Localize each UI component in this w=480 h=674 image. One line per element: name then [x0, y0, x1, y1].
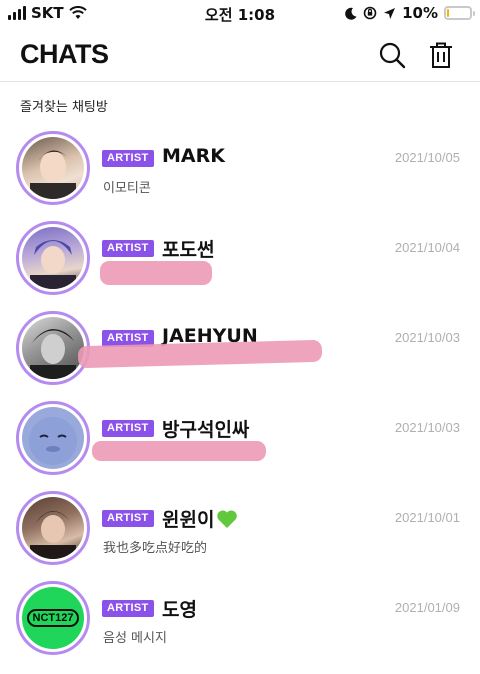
- search-button[interactable]: [375, 38, 409, 72]
- redaction-mark: [92, 441, 266, 461]
- avatar-photo: [22, 137, 84, 199]
- moon-icon: [345, 7, 357, 20]
- avatar: [16, 131, 90, 205]
- chat-date: 2021/10/05: [394, 150, 460, 165]
- chat-name: 윈윈이: [162, 505, 238, 532]
- chat-item-mark[interactable]: ARTIST MARK 2021/10/05 이모티콘: [0, 127, 480, 217]
- avatar-photo: [22, 497, 84, 559]
- favorites-section-title: 즐겨찾는 채팅방: [20, 100, 108, 115]
- chat-item-jaehyun[interactable]: ARTIST JAEHYUN 2021/10/03: [0, 307, 480, 397]
- portrait-icon: [30, 511, 76, 559]
- location-arrow-icon: [384, 7, 396, 19]
- portrait-icon: [30, 329, 76, 379]
- chat-date: 2021/01/09: [394, 600, 460, 615]
- green-heart-icon: [217, 510, 238, 528]
- character-icon: [29, 417, 77, 465]
- avatar: [16, 401, 90, 475]
- status-bar: SKT 오전 1:08 10%: [0, 0, 480, 28]
- battery-percent: 10%: [402, 4, 438, 22]
- redaction-mark: [100, 261, 212, 285]
- avatar: [16, 221, 90, 295]
- chat-date: 2021/10/03: [394, 330, 460, 345]
- chat-list: ARTIST MARK 2021/10/05 이모티콘 ARTIST 포도썬 2…: [0, 127, 480, 667]
- chat-date: 2021/10/01: [394, 510, 460, 525]
- chat-preview: 이모티콘: [103, 181, 151, 196]
- chat-date: 2021/10/03: [394, 420, 460, 435]
- chat-item-podosun[interactable]: ARTIST 포도썬 2021/10/04: [0, 217, 480, 307]
- artist-badge: ARTIST: [102, 420, 154, 437]
- chat-name: 포도썬: [162, 239, 215, 261]
- artist-badge: ARTIST: [102, 240, 154, 257]
- page-title: CHATS: [20, 39, 109, 69]
- portrait-icon: [30, 150, 76, 199]
- header: CHATS: [0, 30, 480, 82]
- portrait-icon: [30, 240, 76, 289]
- avatar-photo: [22, 317, 84, 379]
- artist-badge: ARTIST: [102, 510, 154, 527]
- battery-fill: [447, 9, 449, 17]
- avatar: [16, 311, 90, 385]
- chat-date: 2021/10/04: [394, 240, 460, 255]
- avatar: NCT127: [16, 581, 90, 655]
- delete-button[interactable]: [424, 38, 458, 72]
- nct127-logo: NCT127: [22, 587, 84, 649]
- status-right: 10%: [345, 4, 475, 22]
- chat-name: MARK: [162, 145, 225, 167]
- chat-preview: 음성 메시지: [103, 631, 167, 646]
- battery-icon: [444, 6, 475, 20]
- trash-icon: [430, 42, 452, 68]
- avatar-photo: [22, 227, 84, 289]
- orientation-lock-icon: [363, 6, 377, 20]
- chat-item-banggu[interactable]: ARTIST 방구석인싸 2021/10/03: [0, 397, 480, 487]
- artist-badge: ARTIST: [102, 600, 154, 617]
- search-icon: [379, 42, 406, 69]
- chat-name: 방구석인싸: [162, 419, 250, 441]
- chat-name: 도영: [162, 599, 197, 621]
- chat-preview: 我也多吃点好吃的: [103, 541, 208, 556]
- chat-item-doyoung[interactable]: NCT127 ARTIST 도영 2021/01/09 음성 메시지: [0, 577, 480, 667]
- avatar: [16, 491, 90, 565]
- avatar-photo: [22, 407, 84, 469]
- artist-badge: ARTIST: [102, 150, 154, 167]
- chat-name-text: 윈윈이: [162, 509, 215, 531]
- avatar-photo: NCT127: [22, 587, 84, 649]
- chat-item-winwin[interactable]: ARTIST 윈윈이 2021/10/01 我也多吃点好吃的: [0, 487, 480, 577]
- nct127-logo-text: NCT127: [26, 609, 80, 627]
